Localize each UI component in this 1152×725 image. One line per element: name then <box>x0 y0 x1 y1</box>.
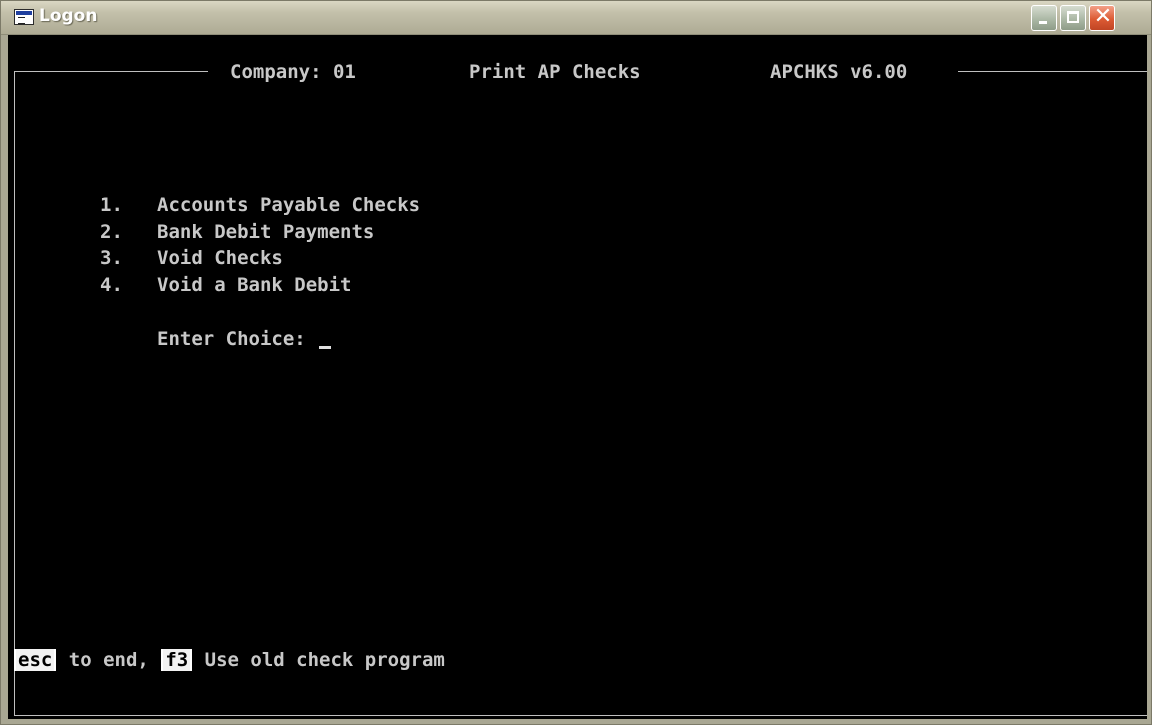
window-title: Logon <box>39 6 98 26</box>
f3-key-badge[interactable]: f3 <box>161 649 193 671</box>
maximize-icon <box>1067 11 1079 23</box>
close-button[interactable]: ✕ <box>1089 4 1115 31</box>
title-bar[interactable]: Logon ✕ <box>1 1 1151 35</box>
screen-frame <box>14 71 1147 716</box>
menu-item-4-number: 4. <box>100 274 123 296</box>
menu-item-2-number: 2. <box>100 221 123 243</box>
menu-item-accounts-payable-checks[interactable]: Accounts Payable Checks <box>157 194 421 216</box>
choice-input-cursor[interactable] <box>319 346 332 349</box>
minimize-icon <box>1039 21 1047 24</box>
terminal-screen[interactable]: Company: 01 Print AP Checks APCHKS v6.00… <box>8 35 1147 719</box>
minimize-button[interactable] <box>1031 5 1057 31</box>
menu-item-void-bank-debit[interactable]: Void a Bank Debit <box>157 274 352 296</box>
menu-item-void-checks[interactable]: Void Checks <box>157 247 283 269</box>
program-title: Print AP Checks <box>469 61 641 83</box>
esc-key-badge[interactable]: esc <box>14 649 57 671</box>
menu-item-1-number: 1. <box>100 194 123 216</box>
esc-key-description: to end, <box>68 649 149 671</box>
footer-help: esc to end, f3 Use old check program <box>13 649 445 671</box>
company-label: Company: 01 <box>230 61 356 83</box>
f3-key-description: Use old check program <box>204 649 445 671</box>
choice-prompt-label: Enter Choice: <box>157 328 306 350</box>
menu-item-3-number: 3. <box>100 247 123 269</box>
maximize-button[interactable] <box>1060 5 1086 31</box>
close-icon: ✕ <box>1093 4 1113 29</box>
console-app-icon[interactable] <box>14 9 34 25</box>
choice-prompt-row: Enter Choice: <box>157 328 332 350</box>
program-version: APCHKS v6.00 <box>770 61 908 83</box>
console-window: Logon ✕ Company: 01 Print AP Checks APCH… <box>0 0 1152 725</box>
menu-item-bank-debit-payments[interactable]: Bank Debit Payments <box>157 221 375 243</box>
